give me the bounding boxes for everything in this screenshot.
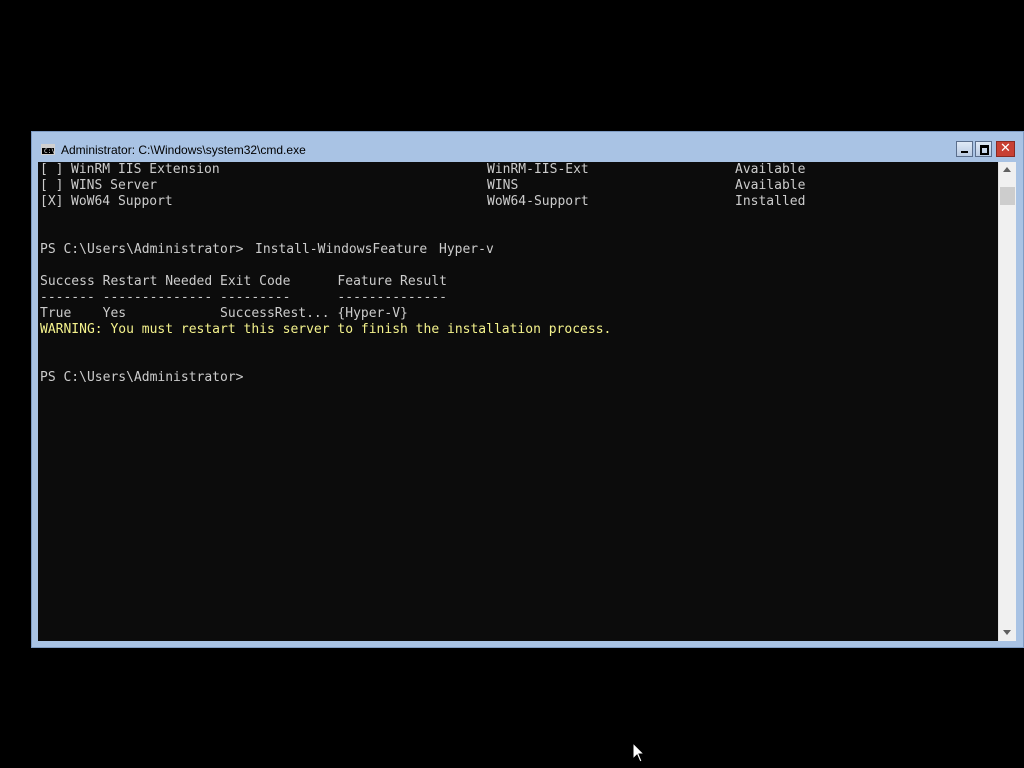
maximize-button[interactable]	[975, 141, 992, 157]
result-separator: ------- -------------- --------- -------…	[40, 290, 447, 305]
cmd-window[interactable]: C:\ Administrator: C:\Windows\system32\c…	[31, 131, 1024, 648]
feature-row: [ ] WINS Server WINS Available	[40, 178, 805, 194]
result-header: Success Restart Needed Exit Code Feature…	[40, 274, 447, 289]
feature-state: Available	[735, 178, 806, 193]
current-prompt[interactable]: PS C:\Users\Administrator>	[40, 370, 244, 386]
chevron-up-icon	[1003, 167, 1011, 172]
warning-message: WARNING: You must restart this server to…	[40, 322, 612, 337]
command-arg: Hyper-v	[439, 242, 494, 257]
close-button[interactable]: ✕	[996, 141, 1015, 157]
feature-name: WinRM IIS Extension	[71, 162, 220, 177]
console-output[interactable]: [ ] WinRM IIS Extension WinRM-IIS-Ext Av…	[38, 162, 998, 641]
feature-state: Installed	[735, 194, 806, 209]
feature-row: [X] WoW64 Support WoW64-Support Installe…	[40, 194, 805, 210]
scroll-down-button[interactable]	[999, 625, 1016, 641]
window-title: Administrator: C:\Windows\system32\cmd.e…	[61, 143, 306, 157]
command-line: PS C:\Users\Administrator> Install-Windo…	[40, 242, 494, 258]
feature-id: WoW64-Support	[487, 194, 589, 209]
vertical-scrollbar[interactable]	[998, 162, 1016, 641]
chevron-down-icon	[1003, 630, 1011, 635]
feature-row: [ ] WinRM IIS Extension WinRM-IIS-Ext Av…	[40, 162, 805, 178]
scroll-thumb[interactable]	[1000, 187, 1015, 205]
feature-name: WoW64 Support	[71, 194, 173, 209]
scroll-up-button[interactable]	[999, 162, 1016, 178]
feature-check: [X]	[40, 194, 64, 209]
minimize-icon	[961, 151, 968, 153]
feature-id: WinRM-IIS-Ext	[487, 162, 589, 177]
feature-check: [ ]	[40, 162, 64, 177]
prompt: PS C:\Users\Administrator>	[40, 242, 244, 257]
close-icon: ✕	[1000, 141, 1011, 156]
feature-name: WINS Server	[71, 178, 158, 193]
minimize-button[interactable]	[956, 141, 973, 157]
cmd-icon: C:\	[41, 144, 55, 155]
mouse-pointer-icon	[632, 742, 646, 763]
feature-id: WINS	[487, 178, 519, 193]
maximize-icon	[980, 145, 989, 155]
result-row: True Yes SuccessRest... {Hyper-V}	[40, 306, 408, 321]
feature-check: [ ]	[40, 178, 64, 193]
title-bar[interactable]: C:\ Administrator: C:\Windows\system32\c…	[32, 132, 1023, 162]
command-name: Install-WindowsFeature	[255, 242, 428, 257]
feature-state: Available	[735, 162, 806, 177]
